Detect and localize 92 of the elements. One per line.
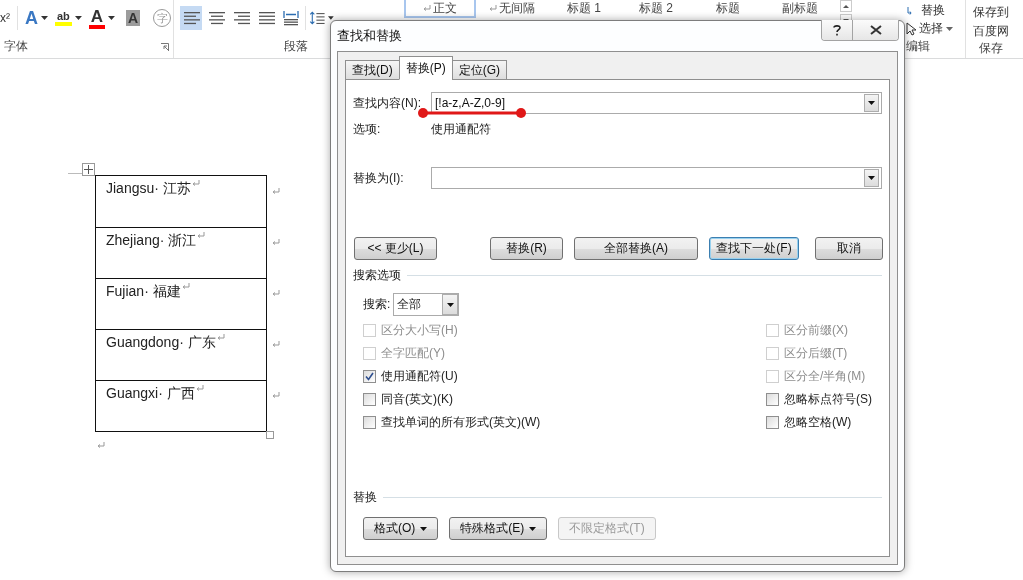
dialog-tab[interactable]: 查找(D): [345, 60, 400, 80]
table-resize-handle[interactable]: [266, 431, 274, 439]
caret-icon: [868, 176, 875, 180]
style-item[interactable]: 副标题: [764, 0, 836, 18]
table-cell: Fujian· 福建: [96, 278, 266, 329]
dialog-tab[interactable]: 替换(P): [398, 56, 453, 80]
up-arrow-icon: [843, 4, 849, 8]
dialog-button[interactable]: 替换(R): [490, 237, 563, 260]
align-left-icon: [182, 11, 200, 25]
caret-icon: [328, 16, 334, 20]
dropdown-button[interactable]: [442, 294, 459, 315]
dialog-button[interactable]: 全部替换(A): [574, 237, 698, 260]
align-right-icon: [232, 11, 250, 25]
paragraph-mark-icon: [272, 239, 280, 246]
option-checkbox[interactable]: 忽略空格(W): [766, 411, 882, 434]
format-button[interactable]: 格式(O): [363, 517, 439, 540]
paragraph-mark-icon: [272, 290, 280, 297]
caret-icon: [946, 26, 953, 31]
table-cell: Guangxi· 广西: [96, 380, 266, 431]
caret-icon: [446, 302, 454, 307]
dialog-launcher-icon[interactable]: [161, 42, 169, 51]
options-value: 使用通配符: [431, 121, 491, 138]
align-center-icon: [207, 11, 225, 25]
caret-icon: [74, 16, 82, 20]
superscript-button[interactable]: x²: [0, 11, 10, 25]
dialog-tab[interactable]: 定位(G): [451, 60, 507, 80]
option-checkbox[interactable]: 使用通配符(U): [363, 365, 766, 388]
replace-with-field[interactable]: [431, 167, 882, 189]
style-item[interactable]: 标题 1: [548, 0, 620, 18]
paragraph-mark-icon: [272, 341, 280, 348]
style-item[interactable]: 标题: [692, 0, 764, 18]
field-label: 替换为(I):: [353, 169, 405, 187]
format-button[interactable]: 特殊格式(E): [449, 517, 548, 540]
dialog-button[interactable]: << 更少(L): [354, 237, 437, 260]
table-cell: Jiangsu· 江苏: [96, 176, 266, 227]
paragraph-mark-icon: [191, 180, 200, 187]
style-item[interactable]: 无间隔: [476, 0, 548, 18]
close-icon: [869, 25, 882, 35]
character-shading-button[interactable]: A: [122, 6, 144, 30]
caret-icon: [529, 526, 537, 531]
paragraph-mark-icon: [181, 283, 190, 290]
option-checkbox[interactable]: 同音(英文)(K): [363, 388, 766, 411]
replace-button[interactable]: 替换: [906, 2, 945, 19]
caret-icon: [420, 526, 428, 531]
save-to-cloud-button[interactable]: 保存到 百度网: [973, 4, 1009, 40]
check-icon: [365, 372, 374, 381]
paragraph-mark-icon: [216, 334, 225, 341]
dialog-button[interactable]: 取消: [815, 237, 883, 260]
window-title: 查找和替换: [337, 27, 402, 45]
align-left-button[interactable]: [180, 6, 202, 30]
highlight-button[interactable]: ab: [54, 6, 82, 30]
style-item[interactable]: 标题 2: [620, 0, 692, 18]
select-button[interactable]: 选择: [906, 20, 953, 37]
paragraph-mark-icon: [97, 442, 105, 449]
paragraph-mark-icon: [272, 188, 280, 195]
table-cell: Guangdong· 广东: [96, 329, 266, 380]
paragraph-mark-icon: [272, 392, 280, 399]
dialog-button[interactable]: 查找下一处(F): [709, 237, 799, 260]
justify-icon: [257, 11, 275, 25]
style-item[interactable]: 正文: [404, 0, 476, 18]
group-label: 字体: [4, 38, 28, 55]
option-checkbox[interactable]: 忽略标点符号(S): [766, 388, 882, 411]
help-button[interactable]: [822, 20, 852, 40]
field-label: 查找内容(N):: [353, 94, 422, 112]
group-label: 保存: [979, 40, 1003, 57]
option-checkbox[interactable]: 查找单词的所有形式(英文)(W): [363, 411, 766, 434]
table-cell: Zhejiang· 浙江: [96, 227, 266, 278]
paragraph-mark-icon: [423, 4, 431, 12]
line-spacing-icon: [308, 9, 326, 27]
group-label: 段落: [284, 38, 308, 55]
close-button[interactable]: [852, 20, 898, 40]
caret-icon: [41, 16, 48, 20]
section-title: 替换: [353, 489, 377, 506]
help-icon: [832, 24, 842, 36]
dropdown-button[interactable]: [864, 94, 879, 112]
paragraph-mark-icon: [195, 385, 204, 392]
field-label: 选项:: [353, 121, 382, 138]
find-what-field[interactable]: [!a-z,A-Z,0-9]: [431, 92, 882, 114]
caret-icon: [108, 16, 115, 20]
caret-icon: [868, 101, 875, 105]
table-move-handle[interactable]: [82, 163, 95, 176]
field-label: 搜索:: [363, 296, 391, 313]
group-label: 编辑: [906, 38, 930, 55]
distribute-icon: [282, 9, 300, 27]
paragraph-mark-icon: [489, 4, 497, 12]
section-title: 搜索选项: [353, 267, 401, 284]
paragraph-mark-icon: [197, 232, 206, 239]
search-direction-select[interactable]: 全部: [393, 293, 460, 316]
text-effect-button[interactable]: A: [25, 6, 48, 30]
font-color-button[interactable]: A: [88, 6, 115, 30]
dropdown-button[interactable]: [864, 169, 879, 187]
scroll-up-button[interactable]: [840, 0, 852, 12]
